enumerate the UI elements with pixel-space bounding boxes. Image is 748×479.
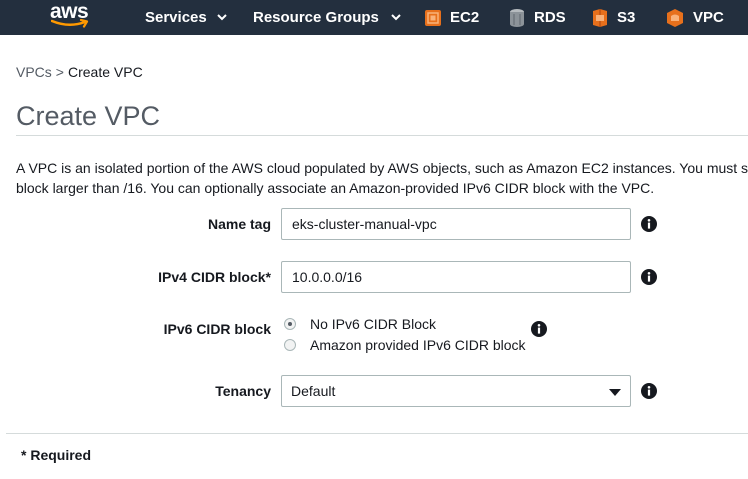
title-divider: [16, 135, 748, 136]
footer-divider: [6, 433, 748, 434]
resource-groups-menu[interactable]: Resource Groups: [253, 0, 401, 35]
shortcut-ec2-label: EC2: [450, 9, 480, 26]
top-nav-bar: aws Services Resource Groups EC2 RDS S3 …: [0, 0, 748, 35]
s3-icon: [591, 8, 609, 28]
ec2-icon: [424, 9, 442, 27]
name-tag-info-icon[interactable]: [641, 216, 657, 232]
chevron-down-icon: [217, 14, 227, 21]
radio-button[interactable]: [284, 339, 296, 351]
tenancy-select[interactable]: Default: [281, 375, 631, 407]
page-title: Create VPC: [16, 101, 161, 131]
ipv6-cidr-info-icon[interactable]: [531, 321, 547, 337]
breadcrumb-separator: >: [55, 64, 64, 80]
name-tag-label: Name tag: [207, 216, 271, 232]
ipv6-option-none[interactable]: No IPv6 CIDR Block: [284, 316, 436, 332]
name-tag-input[interactable]: [281, 208, 631, 240]
shortcut-rds[interactable]: RDS: [508, 0, 566, 35]
shortcut-ec2[interactable]: EC2: [424, 0, 479, 35]
ipv6-cidr-label: IPv6 CIDR block: [163, 321, 271, 337]
tenancy-select-value: Default: [291, 383, 336, 399]
tenancy-label: Tenancy: [215, 383, 271, 399]
required-note: * Required: [21, 447, 92, 463]
services-menu[interactable]: Services: [145, 0, 227, 35]
aws-logo[interactable]: aws: [50, 1, 94, 31]
shortcut-vpc[interactable]: VPC: [665, 0, 724, 35]
shortcut-rds-label: RDS: [534, 9, 566, 26]
ipv4-cidr-label: IPv4 CIDR block*: [158, 269, 271, 285]
shortcut-s3-label: S3: [617, 9, 636, 26]
description-line-1: A VPC is an isolated portion of the AWS …: [16, 160, 748, 176]
rds-icon: [508, 8, 526, 28]
services-menu-label: Services: [145, 9, 207, 26]
description-line-2: block larger than /16. You can optionall…: [16, 180, 655, 196]
vpc-icon: [665, 8, 685, 28]
breadcrumb: VPCs > Create VPC: [16, 64, 143, 80]
ipv4-cidr-input[interactable]: [281, 261, 631, 293]
ipv6-option-amazon-label: Amazon provided IPv6 CIDR block: [310, 337, 526, 353]
chevron-down-icon: [391, 14, 401, 21]
shortcut-vpc-label: VPC: [693, 9, 724, 26]
ipv6-option-amazon[interactable]: Amazon provided IPv6 CIDR block: [284, 337, 526, 353]
radio-button-selected[interactable]: [284, 318, 296, 330]
resource-groups-menu-label: Resource Groups: [253, 9, 379, 26]
page-description: A VPC is an isolated portion of the AWS …: [16, 158, 748, 198]
shortcut-s3[interactable]: S3: [591, 0, 635, 35]
aws-smile-icon: [51, 19, 89, 28]
breadcrumb-current: Create VPC: [67, 64, 143, 80]
caret-down-icon: [609, 389, 621, 396]
breadcrumb-vpcs-link[interactable]: VPCs: [16, 64, 52, 80]
ipv6-option-none-label: No IPv6 CIDR Block: [310, 316, 437, 332]
tenancy-info-icon[interactable]: [641, 383, 657, 399]
ipv4-cidr-info-icon[interactable]: [641, 269, 657, 285]
